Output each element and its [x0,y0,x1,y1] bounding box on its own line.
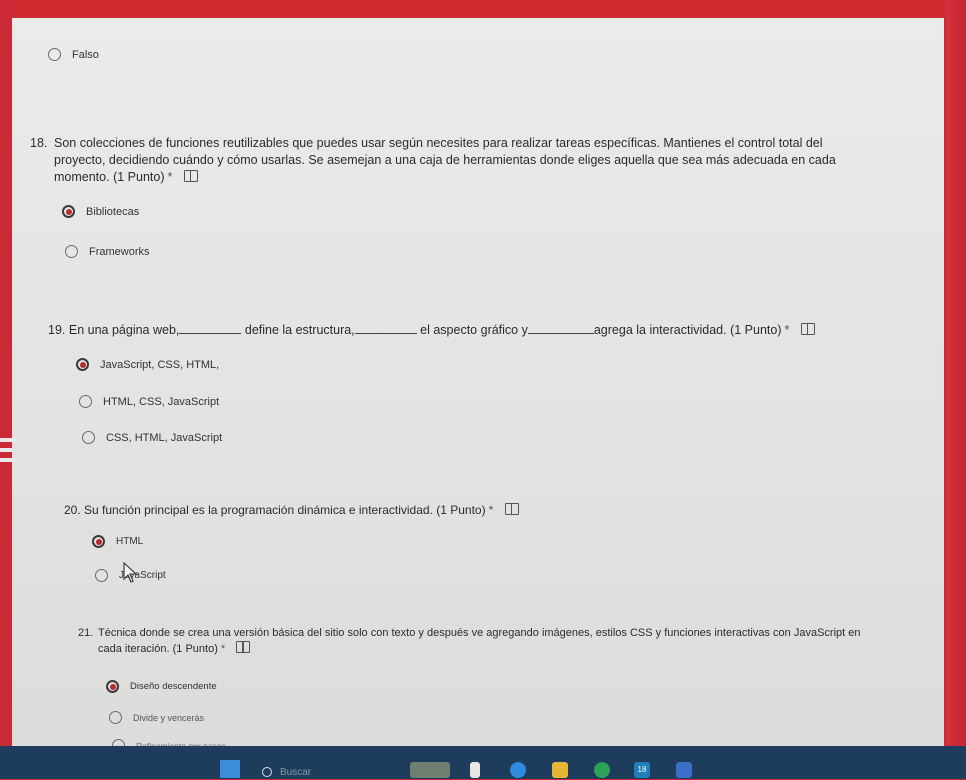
question-number: 21. [78,627,94,639]
required-asterisk: * [784,323,790,337]
mouse-cursor-icon [123,562,138,583]
form-content: Falso 18. Son colecciones de funciones r… [12,18,944,752]
immersive-reader-icon[interactable] [800,323,815,335]
option-label: Divide y vencerás [133,712,205,723]
radio-button[interactable] [48,48,61,61]
required-asterisk: * [220,643,226,655]
edge-browser-icon[interactable] [510,762,526,778]
question-text-part: el aspecto gráfico y [420,323,528,337]
question-18: 18. Son colecciones de funciones reutili… [30,135,870,186]
option-label: Falso [72,48,99,61]
question-text: Su función principal es la programación … [84,503,433,517]
background-right [946,0,966,779]
option-html[interactable]: HTML [92,535,143,548]
option-diseno-descendente[interactable]: Diseño descendente [106,680,217,693]
blank-line [527,321,594,334]
side-decoration [0,436,20,466]
option-label: CSS, HTML, JavaScript [106,431,223,444]
start-icon[interactable] [220,760,240,778]
question-text-part: agrega la interactividad. [593,323,727,337]
option-js-css-html[interactable]: JavaScript, CSS, HTML, [76,358,219,371]
chrome-icon[interactable] [594,762,610,778]
taskbar: Buscar 18 [0,746,966,779]
radio-button[interactable] [95,569,108,582]
question-points: (1 Punto) [730,323,782,337]
question-text: Son colecciones de funciones reutilizabl… [54,136,836,184]
option-bibliotecas[interactable]: Bibliotecas [62,205,139,218]
radio-button[interactable] [65,245,78,258]
blank-line [354,321,417,334]
question-number: 19. [48,323,66,337]
question-points: (1 Punto) [113,170,165,184]
option-divide-venceras[interactable]: Divide y vencerás [109,711,204,724]
question-20: 20. Su función principal es la programac… [64,502,519,519]
question-19: 19. En una página web, define la estruct… [48,321,815,339]
radio-button[interactable] [79,395,92,408]
question-points: (1 Punto) [172,643,218,655]
question-text-part: En una página web, [68,323,180,337]
question-text-part: define la estructura, [244,323,355,337]
option-label: HTML [116,536,144,547]
option-css-html-js[interactable]: CSS, HTML, JavaScript [82,431,222,444]
option-html-css-js[interactable]: HTML, CSS, JavaScript [79,395,219,408]
radio-button-selected[interactable] [106,680,119,693]
search-placeholder: Buscar [280,766,312,778]
option-label: JavaScript, CSS, HTML, [100,358,220,371]
blank-line [179,321,242,334]
option-label: Frameworks [89,245,150,258]
required-asterisk: * [167,170,173,184]
question-21: 21. Técnica donde se crea una versión bá… [78,626,878,657]
question-number: 20. [64,503,81,517]
search-icon [262,767,272,777]
radio-button[interactable] [82,431,95,444]
radio-button-selected[interactable] [92,535,105,548]
question-number: 18. [30,136,48,150]
file-explorer-icon[interactable] [552,762,568,778]
immersive-reader-icon[interactable] [236,641,251,653]
radio-button-selected[interactable] [62,205,75,218]
immersive-reader-icon[interactable] [183,170,198,182]
immersive-reader-icon[interactable] [504,503,519,515]
option-label: Diseño descendente [130,681,217,692]
widget-icon[interactable] [410,762,450,778]
radio-button-selected[interactable] [76,358,89,371]
radio-button[interactable] [109,711,122,724]
option-label: Bibliotecas [86,205,140,218]
option-frameworks[interactable]: Frameworks [65,245,150,258]
task-view-icon[interactable] [470,762,480,778]
taskbar-search[interactable]: Buscar [262,764,382,780]
calendar-icon[interactable]: 18 [634,762,650,778]
option-falso[interactable]: Falso [48,48,99,61]
option-label: HTML, CSS, JavaScript [103,395,220,408]
teams-icon[interactable] [676,762,692,778]
question-points: (1 Punto) [436,503,486,517]
required-asterisk: * [488,503,494,517]
